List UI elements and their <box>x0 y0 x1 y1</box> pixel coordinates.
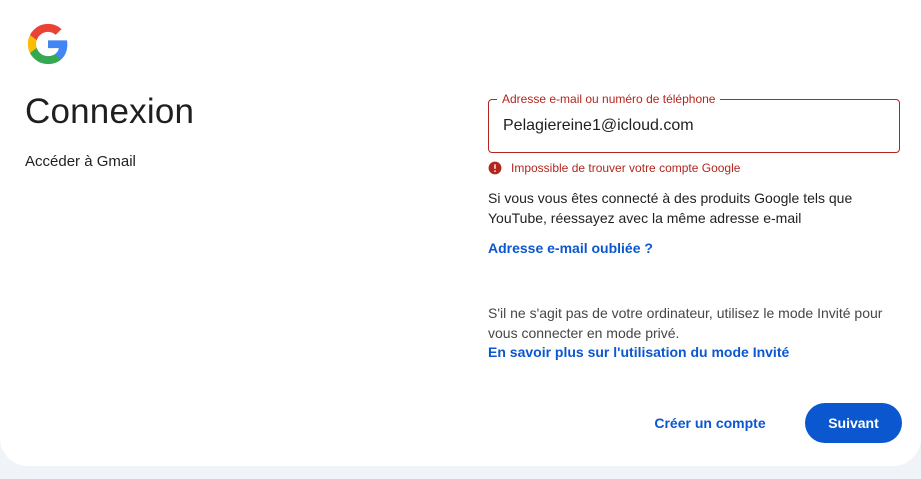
error-text: Impossible de trouver votre compte Googl… <box>511 161 741 175</box>
forgot-email-link[interactable]: Adresse e-mail oubliée ? <box>488 240 653 256</box>
error-message: Impossible de trouver votre compte Googl… <box>488 161 740 175</box>
google-logo-icon <box>27 23 68 65</box>
guest-mode-link[interactable]: En savoir plus sur l'utilisation du mode… <box>488 344 789 360</box>
create-account-button[interactable]: Créer un compte <box>641 403 779 443</box>
email-input[interactable] <box>503 114 883 138</box>
info-text: Si vous vous êtes connecté à des produit… <box>488 190 853 226</box>
page-subtitle: Accéder à Gmail <box>25 153 136 170</box>
guest-mode-text: S'il ne s'agit pas de votre ordinateur, … <box>488 305 883 341</box>
sign-in-card: Connexion Accéder à Gmail Adresse e-mail… <box>0 0 921 466</box>
error-circle-icon <box>488 161 502 175</box>
next-button[interactable]: Suivant <box>805 403 902 443</box>
page-title: Connexion <box>25 92 195 131</box>
email-field-label: Adresse e-mail ou numéro de téléphone <box>497 92 721 106</box>
email-field[interactable]: Adresse e-mail ou numéro de téléphone <box>488 92 900 153</box>
